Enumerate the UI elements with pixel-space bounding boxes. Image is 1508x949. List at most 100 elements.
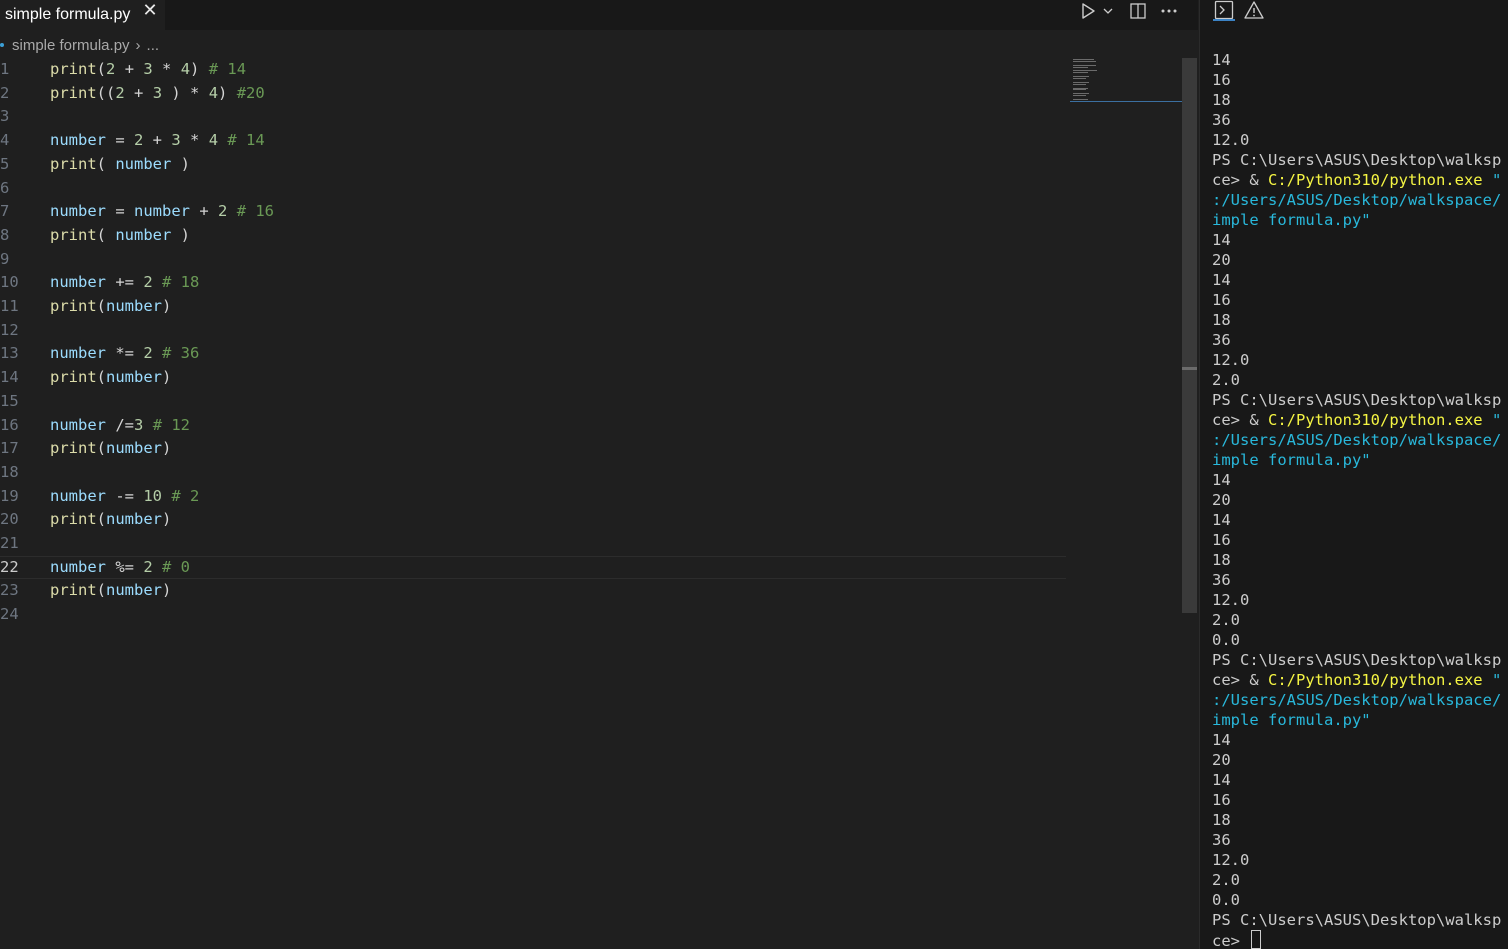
terminal-line: 20	[1212, 490, 1502, 510]
run-dropdown-button[interactable]	[1100, 0, 1116, 22]
code-line[interactable]: 11 print(number)	[0, 295, 1066, 319]
code-line[interactable]: 12	[0, 319, 1066, 343]
code-line[interactable]: 10 number += 2 # 18	[0, 271, 1066, 295]
line-number: 11	[0, 297, 19, 315]
line-number: 23	[0, 581, 19, 600]
code-line[interactable]: 24	[0, 603, 1066, 627]
panel-header	[1200, 0, 1508, 22]
terminal-line: PS C:\Users\ASUS\Desktop\walkspa	[1212, 150, 1502, 170]
minimap-line	[1073, 89, 1086, 91]
code-token: #20	[236, 83, 265, 102]
minimap[interactable]	[1070, 58, 1182, 104]
terminal-text: 36	[1212, 831, 1231, 849]
chevron-down-icon	[1103, 8, 1113, 14]
terminal-icon[interactable]	[1214, 0, 1234, 20]
line-code: number *= 2 # 36	[50, 342, 199, 366]
active-tab-indicator	[1213, 19, 1235, 21]
line-number: 6	[0, 178, 10, 197]
minimap-line	[1073, 87, 1088, 89]
terminal-line: imple formula.py"	[1212, 210, 1502, 230]
code-token: )	[171, 154, 191, 173]
code-token: (	[96, 60, 107, 78]
code-token: =	[106, 131, 134, 150]
code-token: number	[50, 415, 106, 434]
code-token: 3	[152, 83, 163, 102]
code-token: *	[152, 60, 181, 78]
terminal-text: imple formula.py"	[1212, 711, 1371, 729]
vscode-window: simple formula.py ✕ simple formula.py › …	[0, 0, 1508, 949]
code-line[interactable]: 8 print( number )	[0, 224, 1066, 248]
terminal-line: PS C:\Users\ASUS\Desktop\walkspa	[1212, 650, 1502, 670]
code-token: number	[106, 297, 163, 315]
code-line[interactable]: 22 number %= 2 # 0	[0, 556, 1066, 580]
code-line[interactable]: 17 print(number)	[0, 437, 1066, 461]
run-button[interactable]	[1077, 0, 1099, 22]
code-line[interactable]: 3	[0, 105, 1066, 129]
terminal-line: :/Users/ASUS/Desktop/walkspace/s	[1212, 430, 1502, 450]
code-editor[interactable]: 1 print(2 + 3 * 4) # 14 2 print((2 + 3 ) * …	[0, 58, 1066, 638]
terminal-text: 16	[1212, 291, 1231, 309]
code-line[interactable]: 5 print( number )	[0, 153, 1066, 177]
line-code: print( number )	[50, 153, 190, 177]
minimap-viewport[interactable]	[1070, 101, 1182, 102]
code-line[interactable]: 14 print(number)	[0, 366, 1066, 390]
code-line[interactable]: 15	[0, 390, 1066, 414]
terminal-text: 16	[1212, 71, 1231, 89]
terminal-text: 16	[1212, 791, 1231, 809]
code-token: # 14	[208, 60, 247, 78]
more-actions-button[interactable]	[1158, 0, 1180, 22]
breadcrumb-more[interactable]: ...	[147, 37, 160, 54]
minimap-line	[1073, 98, 1088, 100]
line-number: 1	[0, 60, 10, 78]
code-line[interactable]: 20 print(number)	[0, 508, 1066, 532]
code-token: )	[162, 439, 172, 458]
line-number: 10	[0, 273, 19, 292]
terminal-text: 2.0	[1212, 611, 1240, 629]
code-line[interactable]: 19 number -= 10 # 2	[0, 485, 1066, 509]
code-line[interactable]: 16 number /=3 # 12	[0, 414, 1066, 438]
code-line[interactable]: 9	[0, 248, 1066, 272]
terminal-line: 12.0	[1212, 130, 1502, 150]
terminal-line: 0.0	[1212, 890, 1502, 910]
code-line[interactable]: 23 print(number)	[0, 579, 1066, 603]
terminal-text: 14	[1212, 511, 1231, 529]
code-token: number	[106, 510, 163, 529]
terminal-text: 14	[1212, 471, 1231, 489]
editor-scrollbar[interactable]	[1182, 58, 1197, 613]
terminal-text: 18	[1212, 91, 1231, 109]
close-icon[interactable]: ✕	[141, 0, 159, 22]
tab-simple-formula[interactable]: simple formula.py ✕	[0, 0, 165, 30]
terminal-text: 18	[1212, 811, 1231, 829]
line-number: 21	[0, 534, 19, 552]
terminal-text: :/Users/ASUS/Desktop/walkspace/s	[1212, 431, 1502, 449]
terminal-line: 14	[1212, 730, 1502, 750]
terminal-text: "c	[1491, 411, 1502, 429]
code-token: number	[50, 486, 106, 505]
code-line[interactable]: 2 print((2 + 3 ) * 4) #20	[0, 82, 1066, 106]
code-token: (	[96, 154, 116, 173]
code-line[interactable]: 18	[0, 461, 1066, 485]
code-token: +	[124, 83, 153, 102]
split-editor-button[interactable]	[1127, 0, 1149, 22]
terminal-output[interactable]: 14 16 18 36 12.0 PS C:\Users\ASUS\Desktop\wal…	[1212, 50, 1502, 949]
terminal-text: :/Users/ASUS/Desktop/walkspace/s	[1212, 191, 1502, 209]
breadcrumb-file[interactable]: simple formula.py	[12, 37, 130, 54]
code-line[interactable]: 4 number = 2 + 3 * 4 # 14	[0, 129, 1066, 153]
code-line[interactable]: 6	[0, 177, 1066, 201]
code-line[interactable]: 21	[0, 532, 1066, 556]
code-line[interactable]: 1 print(2 + 3 * 4) # 14	[0, 58, 1066, 82]
terminal-line: 14	[1212, 770, 1502, 790]
line-code: number -= 10 # 2	[50, 485, 199, 509]
code-token: (	[96, 297, 107, 315]
code-token: # 36	[162, 344, 200, 363]
code-line[interactable]: 13 number *= 2 # 36	[0, 342, 1066, 366]
code-token: print	[50, 60, 97, 78]
warning-icon[interactable]	[1244, 0, 1264, 20]
terminal-line: 12.0	[1212, 590, 1502, 610]
code-line[interactable]: 7 number = number + 2 # 16	[0, 200, 1066, 224]
line-code: number += 2 # 18	[50, 271, 199, 295]
code-token: number	[106, 439, 163, 458]
